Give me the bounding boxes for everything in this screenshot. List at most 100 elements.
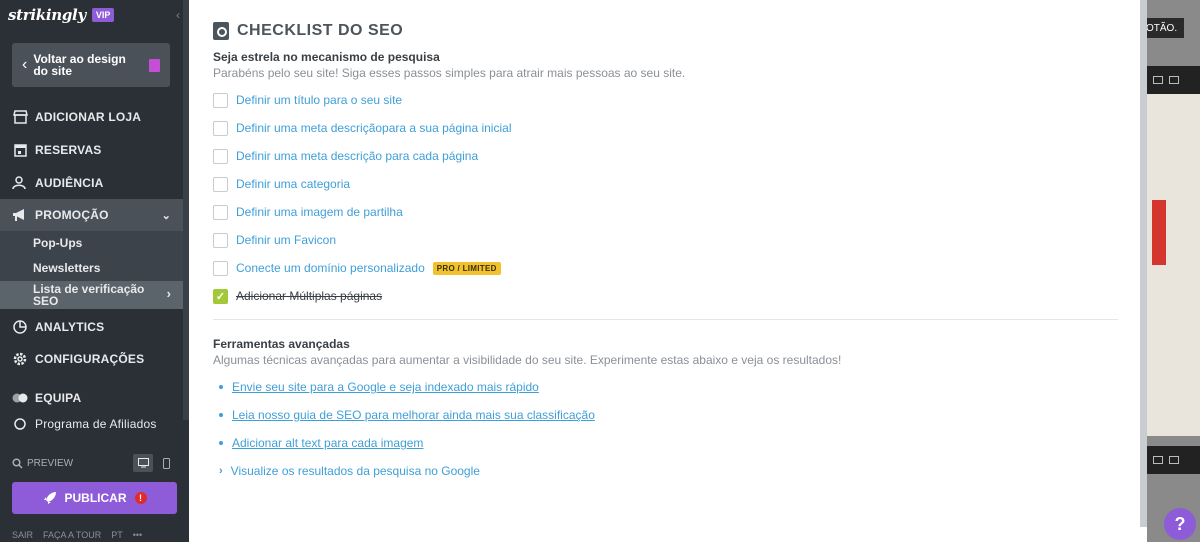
megaphone-icon (12, 207, 28, 223)
site-section-toolbar[interactable] (1147, 66, 1200, 94)
sub-item-seo-checklist[interactable]: Lista de verificação SEO › (0, 281, 183, 309)
pro-limited-badge: PRO / LIMITED (432, 261, 501, 275)
nav-item-promotion[interactable]: PROMOÇÃO ⌄ (0, 199, 183, 231)
checklist-link[interactable]: Definir uma meta descriçãopara a sua pág… (236, 121, 511, 135)
checkbox[interactable] (213, 232, 228, 248)
checklist-heading: Seja estrela no mecanismo de pesquisa (213, 50, 440, 64)
publish-button[interactable]: PUBLICAR ! (12, 482, 177, 514)
calendar-icon (12, 142, 28, 158)
section-toolbar-icon[interactable] (1153, 76, 1163, 84)
page-title: CHECKLIST DO SEO (237, 22, 404, 39)
section-toolbar-icon[interactable] (1153, 456, 1163, 464)
image-icon[interactable] (1169, 76, 1179, 84)
team-icon (12, 390, 28, 406)
site-background-photo (1147, 94, 1200, 436)
nav-item-store[interactable]: ADICIONAR LOJA (0, 101, 183, 133)
seo-checklist-panel: CHECKLIST DO SEO Seja estrela no mecanis… (189, 0, 1145, 542)
nav-item-bookings[interactable]: RESERVAS (0, 134, 183, 166)
checklist-item[interactable]: Definir um Favicon (213, 232, 336, 248)
back-to-design-button[interactable]: ‹ Voltar ao design do site (12, 43, 170, 87)
panel-scrollbar[interactable] (1140, 0, 1147, 527)
sub-item-label: Lista de verificação SEO (33, 282, 145, 308)
back-button-label: Voltar ao design do site (33, 52, 126, 78)
brand: strikingly VIP (8, 6, 115, 24)
checklist-item[interactable]: Conecte um domínio personalizado PRO / L… (213, 260, 501, 276)
checkbox[interactable] (213, 260, 228, 276)
nav-item-analytics[interactable]: ANALYTICS (0, 311, 183, 343)
desktop-preview-icon[interactable] (133, 454, 153, 472)
nav-item-affiliates[interactable]: Programa de Afiliados (0, 414, 183, 434)
nav-item-audience[interactable]: AUDIÊNCIA (0, 167, 183, 199)
analytics-icon (12, 319, 28, 335)
checklist-item[interactable]: Definir uma imagem de partilha (213, 204, 403, 220)
sub-item-newsletters[interactable]: Newsletters (0, 256, 183, 281)
tools-heading: Ferramentas avançadas (213, 337, 350, 351)
image-icon[interactable] (1169, 456, 1179, 464)
logout-link[interactable]: SAIR (12, 530, 33, 540)
checklist-description: Parabéns pelo seu site! Siga esses passo… (213, 66, 686, 80)
tool-link[interactable]: Envie seu site para a Google e seja inde… (219, 380, 539, 394)
gear-icon (12, 351, 28, 367)
checkbox[interactable] (213, 204, 228, 220)
chevron-down-icon: ⌄ (161, 209, 171, 222)
logo: strikingly (8, 6, 86, 24)
alert-icon: ! (134, 492, 147, 504)
checkbox[interactable] (213, 120, 228, 136)
tour-link[interactable]: FAÇA A TOUR (43, 530, 101, 540)
tools-description: Algumas técnicas avançadas para aumentar… (213, 353, 842, 367)
help-button[interactable]: ? (1164, 508, 1196, 540)
tool-link-label[interactable]: Leia nosso guia de SEO para melhorar ain… (232, 408, 595, 422)
site-background-pencil-tip (1152, 175, 1166, 200)
nav-item-label: ANALYTICS (35, 320, 105, 334)
tool-link[interactable]: Leia nosso guia de SEO para melhorar ain… (219, 408, 595, 422)
collapse-sidebar-icon[interactable]: ‹ (176, 8, 180, 22)
chevron-right-icon: › (219, 465, 223, 477)
checklist-item[interactable]: Definir uma categoria (213, 176, 350, 192)
design-icon (149, 59, 160, 72)
checklist-link[interactable]: Definir uma imagem de partilha (236, 205, 403, 219)
language-selector[interactable]: PT (111, 530, 123, 540)
chevron-right-icon: › (166, 286, 171, 301)
publish-label: PUBLICAR (64, 491, 127, 505)
nav-item-label: Programa de Afiliados (35, 417, 157, 431)
checklist-link[interactable]: Definir um título para o seu site (236, 93, 402, 107)
checklist-link[interactable]: Definir um Favicon (236, 233, 336, 247)
tool-link-label[interactable]: Visualize os resultados da pesquisa no G… (231, 464, 480, 478)
audience-icon (12, 175, 28, 191)
sidebar-footer: SAIR FAÇA A TOUR PT ••• (12, 530, 142, 540)
checklist-item[interactable]: Definir uma meta descriçãopara a sua pág… (213, 120, 511, 136)
tool-link-label[interactable]: Adicionar alt text para cada imagem (232, 436, 423, 450)
checkbox[interactable] (213, 176, 228, 192)
mobile-preview-icon[interactable] (158, 454, 174, 472)
nav-item-settings[interactable]: CONFIGURAÇÕES (0, 343, 183, 375)
seo-search-icon (213, 22, 229, 40)
bullet-icon (219, 413, 223, 417)
site-button-fragment-label: OTÃO. (1146, 22, 1178, 34)
panel-header: CHECKLIST DO SEO (213, 22, 403, 40)
checklist-item[interactable]: Definir uma meta descrição para cada pág… (213, 148, 478, 164)
tool-expander[interactable]: › Visualize os resultados da pesquisa no… (219, 464, 480, 478)
more-menu[interactable]: ••• (133, 530, 142, 540)
checklist-link[interactable]: Definir uma meta descrição para cada pág… (236, 149, 478, 163)
checklist-link[interactable]: Conecte um domínio personalizado (236, 261, 425, 275)
section-divider (213, 319, 1118, 320)
vip-badge: VIP (91, 8, 115, 22)
nav-item-label: ADICIONAR LOJA (35, 110, 142, 124)
nav-item-label: CONFIGURAÇÕES (35, 352, 145, 366)
sub-item-popups[interactable]: Pop-Ups (0, 231, 183, 256)
checkbox-checked[interactable]: ✓ (213, 288, 228, 304)
site-section-toolbar[interactable] (1147, 446, 1200, 474)
checkbox[interactable] (213, 148, 228, 164)
checklist-item[interactable]: Definir um título para o seu site (213, 92, 402, 108)
tool-link-label[interactable]: Envie seu site para a Google e seja inde… (232, 380, 539, 394)
tool-link[interactable]: Adicionar alt text para cada imagem (219, 436, 423, 450)
bullet-icon (219, 385, 223, 389)
rocket-icon (43, 492, 56, 504)
nav-item-label: AUDIÊNCIA (35, 176, 104, 190)
store-icon (12, 109, 28, 125)
nav-item-team[interactable]: EQUIPA (0, 382, 183, 414)
checkbox[interactable] (213, 92, 228, 108)
checklist-item[interactable]: ✓ Adicionar Múltiplas páginas (213, 288, 382, 304)
checklist-link[interactable]: Definir uma categoria (236, 177, 350, 191)
nav-item-label: PROMOÇÃO (35, 208, 109, 222)
